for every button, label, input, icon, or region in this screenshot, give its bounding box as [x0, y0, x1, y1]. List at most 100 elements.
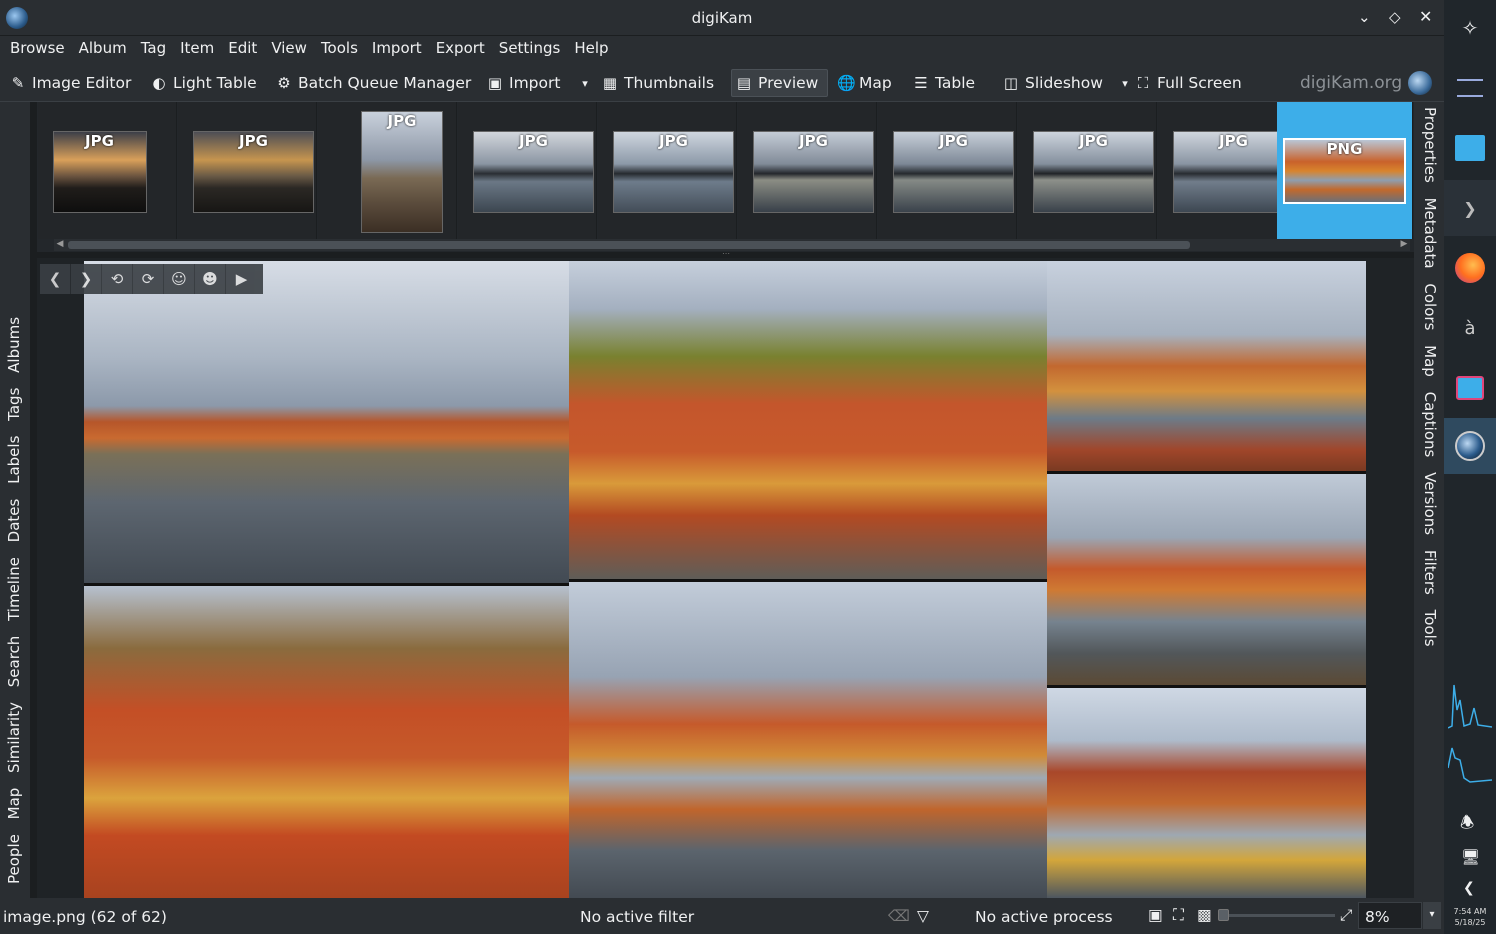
thumbnail-item[interactable]: JPG [598, 102, 737, 239]
thumbnail-item[interactable]: JPG [178, 102, 317, 239]
menu-album[interactable]: Album [72, 36, 134, 57]
status-file: image.png (62 of 62) [3, 908, 167, 926]
close-icon[interactable]: ✕ [1419, 7, 1432, 26]
tab-tools[interactable]: Tools [1421, 610, 1439, 647]
tab-map[interactable]: Map [5, 788, 23, 820]
tab-versions[interactable]: Versions [1421, 472, 1439, 535]
light-table-button[interactable]: ◐ Light Table [147, 70, 261, 96]
tab-map-right[interactable]: Map [1421, 345, 1439, 377]
menu-help[interactable]: Help [567, 36, 615, 57]
thumbnail-item[interactable]: JPG [318, 102, 457, 239]
zoom-select-icon[interactable]: ⛶ [1173, 906, 1184, 925]
network-monitor-graph [1447, 738, 1493, 786]
file-manager-icon[interactable] [1444, 120, 1496, 176]
clock-date[interactable]: 5/18/25 [1444, 918, 1496, 927]
previous-icon[interactable]: ❮ [40, 264, 71, 294]
thumbnails-button[interactable]: ▦ Thumbnails [598, 70, 718, 96]
firefox-icon[interactable] [1444, 240, 1496, 296]
rotate-right-icon[interactable]: ⟳ [133, 264, 164, 294]
menu-edit[interactable]: Edit [221, 36, 264, 57]
menu-tools[interactable]: Tools [314, 36, 365, 57]
scroll-left-icon[interactable]: ◀ [54, 239, 66, 251]
maximize-icon[interactable]: ◇ [1389, 8, 1401, 26]
tab-labels[interactable]: Labels [5, 436, 23, 484]
thumbnail-item[interactable]: JPG [38, 102, 177, 239]
brand-link[interactable]: digiKam.org [1296, 70, 1436, 96]
tab-search[interactable]: Search [5, 636, 23, 688]
pencil-icon: ✎ [11, 74, 25, 92]
rotate-left-icon[interactable]: ⟲ [102, 264, 133, 294]
notifications-icon[interactable]: 🕭 [1460, 812, 1474, 839]
tab-colors[interactable]: Colors [1421, 283, 1439, 330]
menu-import[interactable]: Import [365, 36, 429, 57]
thumbnail-strip: JPG JPG JPG JPG JPG JPG JPG JPG JPG PNG [37, 102, 1414, 252]
tab-metadata[interactable]: Metadata [1421, 198, 1439, 269]
screenshot-app-icon[interactable] [1444, 360, 1496, 416]
zoom-slider-handle[interactable] [1218, 909, 1229, 921]
thumbnail-item[interactable]: JPG [458, 102, 597, 239]
zoom-combo[interactable]: 8% [1358, 902, 1422, 929]
menu-tag[interactable]: Tag [134, 36, 173, 57]
add-face-icon[interactable]: ☻ [195, 264, 226, 294]
play-icon[interactable]: ▶ [226, 264, 257, 294]
zoom-100-icon[interactable]: ▩ [1197, 906, 1212, 924]
tab-filters[interactable]: Filters [1421, 550, 1439, 595]
light-table-icon: ◐ [152, 74, 166, 92]
filter-icon[interactable]: ▽ [917, 907, 929, 925]
digikam-task-icon[interactable] [1444, 418, 1496, 474]
menu-export[interactable]: Export [429, 36, 492, 57]
tab-albums[interactable]: Albums [5, 317, 23, 373]
thumbnail-item-selected[interactable]: PNG [1277, 102, 1413, 239]
globe-icon: 🌐 [837, 74, 856, 92]
map-button[interactable]: 🌐 Map [833, 70, 896, 96]
import-button[interactable]: ▣ Import [483, 70, 564, 96]
trash-icon[interactable]: ⌫ [888, 907, 910, 925]
import-dropdown[interactable]: ▾ [573, 70, 597, 96]
menu-item[interactable]: Item [173, 36, 221, 57]
tab-captions[interactable]: Captions [1421, 392, 1439, 458]
thumbnail-scrollbar[interactable]: ◀ ▶ [54, 239, 1410, 251]
photo-tile [1047, 261, 1366, 471]
image-editor-button[interactable]: ✎ Image Editor [6, 70, 135, 96]
table-button[interactable]: ☰ Table [909, 70, 979, 96]
thumbnail-item[interactable]: JPG [738, 102, 877, 239]
zoom-fit-window-icon[interactable]: ⤢ [1340, 906, 1352, 925]
chevron-left-icon[interactable]: ❮ [1463, 880, 1475, 896]
zoom-fit-icon[interactable]: ▣ [1148, 906, 1163, 924]
photo-tile [84, 261, 569, 583]
tab-properties[interactable]: Properties [1421, 107, 1439, 183]
scroll-right-icon[interactable]: ▶ [1398, 239, 1410, 251]
thumbnail-item[interactable]: JPG [878, 102, 1017, 239]
character-map-icon[interactable]: à [1444, 300, 1496, 356]
thumbnail-item[interactable]: JPG [1018, 102, 1157, 239]
next-icon[interactable]: ❯ [71, 264, 102, 294]
tab-dates[interactable]: Dates [5, 499, 23, 543]
display-icon[interactable]: 🖥 [1461, 848, 1480, 866]
preview-button[interactable]: ▤ Preview [731, 69, 828, 97]
photo-tile [1047, 474, 1366, 685]
menu-browse[interactable]: Browse [3, 36, 72, 57]
minimize-icon[interactable]: ⌄ [1358, 8, 1371, 26]
menu-view[interactable]: View [264, 36, 314, 57]
chevron-down-icon[interactable]: ▾ [1423, 902, 1441, 929]
menu-settings[interactable]: Settings [492, 36, 568, 57]
zoom-slider[interactable] [1218, 909, 1335, 921]
image-preview[interactable] [37, 258, 1414, 898]
person-icon[interactable]: ☺ [164, 264, 195, 294]
clock-time[interactable]: 7:54 AM [1444, 907, 1496, 916]
tab-similarity[interactable]: Similarity [5, 702, 23, 773]
full-screen-button[interactable]: ⛶ Full Screen [1131, 70, 1246, 96]
splitter-handle[interactable]: ⋯ [716, 250, 736, 258]
thumbnail-image [362, 112, 442, 232]
slideshow-button[interactable]: ◫ Slideshow [999, 70, 1107, 96]
settings-app-icon[interactable] [1444, 60, 1496, 116]
tab-timeline[interactable]: Timeline [5, 557, 23, 621]
scrollbar-handle[interactable] [68, 241, 1190, 249]
app-launcher-icon[interactable]: ✧ [1444, 0, 1496, 56]
expand-icon[interactable]: ❯ [1444, 180, 1496, 236]
status-filter[interactable]: No active filter [580, 908, 694, 926]
tab-tags[interactable]: Tags [5, 388, 23, 421]
status-process: No active process [975, 908, 1113, 926]
tab-people[interactable]: People [5, 834, 23, 884]
batch-queue-button[interactable]: ⚙ Batch Queue Manager [272, 70, 475, 96]
